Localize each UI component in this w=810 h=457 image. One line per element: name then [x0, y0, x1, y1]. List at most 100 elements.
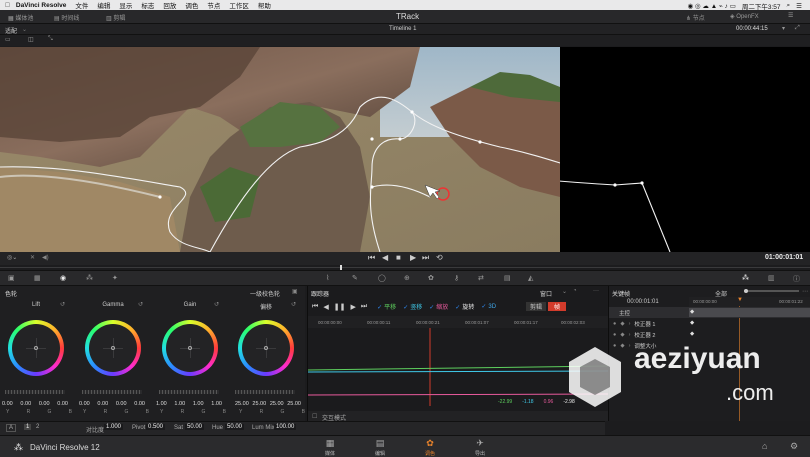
track-back-button[interactable]: ◀ — [323, 303, 328, 311]
search-icon[interactable]: ⌕ — [787, 2, 791, 10]
keyframe-panel-icon[interactable]: ⁂ — [742, 274, 749, 282]
3d-icon[interactable]: ▤ — [504, 274, 511, 282]
gain-y[interactable]: 1.00 — [156, 401, 167, 407]
wheels-menu-icon[interactable]: ▣ — [292, 288, 298, 295]
keyframes-zoom-slider[interactable] — [744, 289, 799, 293]
lift-g[interactable]: 0.00 — [39, 401, 50, 407]
rotate-check[interactable]: ✓ 旋转 — [455, 302, 474, 311]
rgb-mixer-icon[interactable]: ⁂ — [86, 274, 93, 282]
gain-wheel[interactable] — [162, 320, 218, 376]
settings-icon[interactable]: ☰ — [788, 12, 793, 19]
menu-workspace[interactable]: 工作区 — [229, 0, 249, 10]
stop-button[interactable]: ■ — [396, 253, 401, 262]
tracker-dropdown-icon[interactable]: ⌄ — [562, 288, 567, 295]
offset-g[interactable]: 25.00 — [270, 401, 284, 407]
clip-button[interactable]: 剪辑 — [526, 302, 547, 311]
keyframes-ruler[interactable]: 00:00:00:00 00:00:01:22 ▼ — [689, 297, 810, 307]
key-icon[interactable]: ⚷ — [454, 274, 459, 282]
track-stop-button[interactable]: ❚❚ — [334, 303, 346, 311]
menu-file[interactable]: 文件 — [75, 0, 88, 10]
fx-icon[interactable]: ◭ — [528, 274, 533, 282]
menu-mark[interactable]: 标志 — [141, 0, 154, 10]
camera-raw-icon[interactable]: ▣ — [8, 274, 15, 282]
tracker-ruler[interactable]: 00:00:00:00 00:00:00:11 00:00:00:21 00:0… — [308, 316, 608, 328]
frame-button[interactable]: 帧 — [548, 302, 567, 311]
highlight-icon[interactable]: ▭ — [5, 36, 11, 43]
tracker-window-dropdown[interactable]: 窗口 — [540, 289, 552, 298]
chevron-down-icon[interactable]: ⌄ — [22, 26, 27, 33]
gain-reset-icon[interactable]: ↺ — [214, 301, 219, 308]
pivot-value[interactable]: 0.500 — [146, 424, 166, 430]
motion-effects-icon[interactable]: ✦ — [112, 274, 118, 282]
nodes-button[interactable]: ⋔ 节点 — [686, 13, 705, 22]
kf-expand-icon[interactable]: › — [629, 321, 631, 327]
deliver-page-button[interactable]: ✈ 导出 — [460, 438, 500, 457]
timeline-selector[interactable]: Timeline 1 — [389, 26, 416, 32]
go-last-button[interactable]: ⏭ — [422, 253, 429, 263]
menu-edit[interactable]: 编辑 — [97, 0, 110, 10]
offset-b[interactable]: 25.00 — [287, 401, 301, 407]
tracker-scrollbar[interactable]: ☐ 交互模式 — [308, 411, 608, 422]
kf-diamond[interactable]: ◆ — [690, 331, 694, 337]
track-forward-all-button[interactable]: ⏭ — [361, 303, 367, 311]
split-icon[interactable]: ◫ — [28, 36, 34, 43]
pan-check[interactable]: ✓ 平移 — [377, 302, 396, 311]
menu-nodes[interactable]: 节点 — [207, 0, 220, 10]
media-page-button[interactable]: ▦ 媒体 — [310, 438, 350, 457]
scopes-icon[interactable]: ▥ — [768, 274, 775, 282]
lift-reset-icon[interactable]: ↺ — [60, 301, 65, 308]
lift-r[interactable]: 0.00 — [20, 401, 31, 407]
gamma-b[interactable]: 0.00 — [134, 401, 145, 407]
zoom-check[interactable]: ✓ 缩放 — [429, 302, 448, 311]
gamma-r[interactable]: 0.00 — [97, 401, 108, 407]
tilt-check[interactable]: ✓ 竖移 — [403, 302, 422, 311]
gain-master-slider[interactable] — [159, 390, 219, 394]
offset-r[interactable]: 25.00 — [252, 401, 266, 407]
kf-diamond[interactable]: ◆ — [690, 320, 694, 326]
3d-check[interactable]: ✓ 3D — [481, 303, 496, 310]
page-1-button[interactable]: 1 — [24, 424, 32, 430]
kf-lock-icon[interactable]: ● — [613, 332, 616, 338]
kf-row-master[interactable]: 主控 ◆ — [609, 307, 810, 318]
lift-master-slider[interactable] — [5, 390, 65, 394]
tracker-options-icon[interactable]: ◔ — [573, 288, 577, 294]
kf-row-corrector2[interactable]: ● ◆ › 校正器 2 ◆ — [609, 329, 810, 340]
audio-icon[interactable]: ◀) — [42, 254, 49, 261]
offset-reset-icon[interactable]: ↺ — [291, 301, 296, 308]
gamma-y[interactable]: 0.00 — [79, 401, 90, 407]
viewer-image[interactable] — [0, 47, 560, 252]
page-2-button[interactable]: 2 — [36, 424, 39, 430]
sat-value[interactable]: 50.00 — [185, 424, 205, 430]
kf-lock-icon[interactable]: ● — [613, 321, 616, 327]
gain-g[interactable]: 1.00 — [193, 401, 204, 407]
track-forward-button[interactable]: ▶ — [350, 303, 355, 311]
kf-diamond[interactable]: ◆ — [690, 309, 694, 315]
lift-y[interactable]: 0.00 — [2, 401, 13, 407]
color-wheels-icon[interactable]: ◉ — [60, 274, 66, 282]
offset-y[interactable]: 25.00 — [235, 401, 249, 407]
color-match-icon[interactable]: ▦ — [34, 274, 41, 282]
offset-wheel[interactable] — [238, 320, 294, 376]
window-icon[interactable]: ◯ — [378, 274, 386, 282]
play-reverse-button[interactable]: ◀ — [382, 253, 388, 262]
sizing-icon[interactable]: ⇄ — [478, 274, 484, 282]
lift-b[interactable]: 0.00 — [57, 401, 68, 407]
wheels-mode-dropdown[interactable]: 一级校色轮 — [250, 289, 280, 298]
kf-diamond-icon[interactable]: ◆ — [620, 321, 624, 327]
kf-diamond-icon[interactable]: ◆ — [620, 332, 624, 338]
interactive-mode-check[interactable]: ☐ — [312, 413, 317, 420]
fit-dropdown[interactable]: 适配 — [5, 26, 17, 35]
menu-icon[interactable]: ▾ — [782, 25, 785, 32]
play-button[interactable]: ▶ — [410, 253, 416, 262]
kf-expand-icon[interactable]: › — [629, 332, 631, 338]
kf-playhead[interactable]: ▼ — [737, 297, 743, 303]
gamma-g[interactable]: 0.00 — [116, 401, 127, 407]
settings-gear-icon[interactable]: ⚙ — [790, 441, 798, 452]
list-icon[interactable]: ☰ — [796, 2, 802, 10]
tracker-icon[interactable]: ⊕ — [404, 274, 410, 282]
gamma-reset-icon[interactable]: ↺ — [138, 301, 143, 308]
menu-playback[interactable]: 回放 — [163, 0, 176, 10]
info-icon[interactable]: ⓘ — [793, 274, 800, 284]
lum-mix-value[interactable]: 100.00 — [274, 424, 297, 430]
blur-icon[interactable]: ✿ — [428, 274, 434, 282]
